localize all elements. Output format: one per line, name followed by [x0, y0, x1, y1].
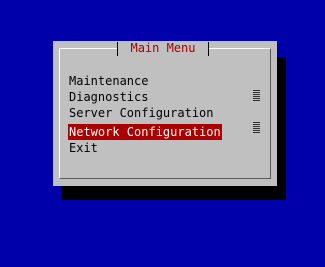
scroll-indicator-icon[interactable]	[253, 90, 260, 101]
menu-list: Maintenance Diagnostics Server Configura…	[68, 73, 222, 156]
menu-item-network-configuration[interactable]: Network Configuration	[68, 124, 222, 140]
menu-item-diagnostics[interactable]: Diagnostics	[68, 89, 222, 105]
main-menu-dialog: Main Menu Maintenance Diagnostics Server…	[53, 41, 277, 186]
menu-item-exit[interactable]: Exit	[68, 140, 222, 156]
menu-item-maintenance[interactable]: Maintenance	[68, 73, 222, 89]
dialog-title: Main Menu	[118, 41, 208, 56]
title-bracket-right	[208, 42, 209, 56]
menu-item-server-configuration[interactable]: Server Configuration	[68, 105, 222, 121]
scroll-thumb-icon[interactable]	[253, 122, 260, 133]
